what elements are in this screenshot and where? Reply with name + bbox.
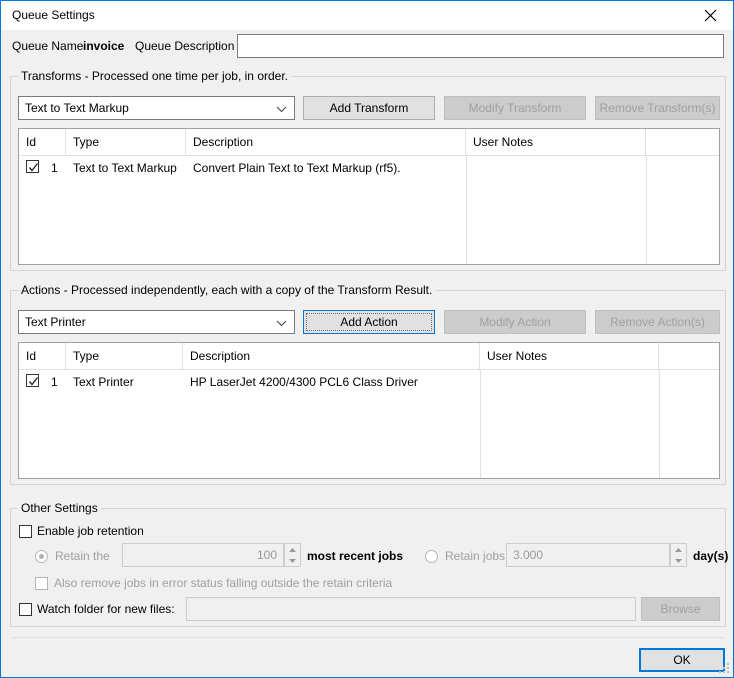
stepper-up-icon: [671, 544, 686, 555]
resize-grip[interactable]: [719, 663, 731, 675]
close-icon[interactable]: [688, 1, 733, 30]
column-header-spacer[interactable]: [646, 129, 719, 156]
transforms-listview[interactable]: Id Type Description User Notes 1 Text to…: [18, 128, 720, 265]
column-header-id[interactable]: Id: [19, 129, 66, 156]
watch-folder-checkbox[interactable]: [19, 603, 32, 616]
queue-identity-row: Queue Name invoice Queue Description: [1, 31, 733, 65]
chevron-down-icon: [276, 105, 287, 113]
transform-type-combobox-value: Text to Text Markup: [25, 101, 129, 115]
other-settings-legend: Other Settings: [18, 501, 101, 515]
actions-legend: Actions - Processed independently, each …: [18, 283, 436, 297]
row-checkbox[interactable]: [26, 374, 39, 387]
table-row[interactable]: 1 Text to Text Markup Convert Plain Text…: [19, 156, 719, 181]
enable-job-retention-checkbox[interactable]: [19, 525, 32, 538]
retain-the-radio: [35, 550, 48, 563]
cell-type: Text to Text Markup: [73, 161, 177, 175]
retain-jobs-for-radio: [425, 550, 438, 563]
also-remove-jobs-label: Also remove jobs in error status falling…: [54, 576, 393, 590]
column-header-spacer[interactable]: [659, 343, 719, 370]
chevron-down-icon: [276, 319, 287, 327]
column-header-user-notes[interactable]: User Notes: [480, 343, 659, 370]
also-remove-jobs-checkbox: [35, 577, 48, 590]
actions-listview-header: Id Type Description User Notes: [19, 343, 719, 370]
browse-button: Browse: [641, 597, 720, 621]
column-header-description[interactable]: Description: [186, 129, 466, 156]
retain-days-stepper: [670, 543, 687, 567]
transforms-group: Transforms - Processed one time per job,…: [10, 69, 726, 271]
footer-divider: [11, 637, 725, 638]
modify-action-button: Modify Action: [444, 310, 586, 334]
cell-user-notes: [480, 370, 659, 395]
stepper-down-icon: [671, 555, 686, 566]
title-bar: Queue Settings: [1, 0, 733, 30]
enable-job-retention-label[interactable]: Enable job retention: [37, 524, 144, 538]
transforms-listview-header: Id Type Description User Notes: [19, 129, 719, 156]
most-recent-jobs-label: most recent jobs: [307, 549, 404, 563]
action-type-combobox-value: Text Printer: [25, 315, 86, 329]
queue-description-label: Queue Description: [135, 39, 235, 53]
action-type-combobox[interactable]: Text Printer: [18, 310, 295, 334]
add-action-button-label: Add Action: [340, 315, 398, 329]
other-settings-group: Other Settings Enable job retention Reta…: [10, 501, 729, 627]
retain-count-stepper: [284, 543, 301, 567]
cell-description: HP LaserJet 4200/4300 PCL6 Class Driver: [190, 375, 418, 389]
cell-description: Convert Plain Text to Text Markup (rf5).: [193, 161, 401, 175]
modify-transform-button: Modify Transform: [444, 96, 586, 120]
transform-type-combobox[interactable]: Text to Text Markup: [18, 96, 295, 120]
watch-folder-input: [186, 597, 636, 621]
table-row[interactable]: 1 Text Printer HP LaserJet 4200/4300 PCL…: [19, 370, 719, 395]
actions-listview[interactable]: Id Type Description User Notes 1 Text Pr…: [18, 342, 720, 479]
column-header-user-notes[interactable]: User Notes: [466, 129, 646, 156]
column-header-type[interactable]: Type: [66, 129, 186, 156]
remove-action-button: Remove Action(s): [595, 310, 720, 334]
cell-id: 1: [51, 161, 58, 175]
radio-dot: [39, 554, 44, 559]
queue-description-input[interactable]: [237, 34, 724, 58]
watch-folder-label[interactable]: Watch folder for new files:: [37, 602, 175, 616]
remove-transform-button: Remove Transform(s): [595, 96, 720, 120]
cell-type: Text Printer: [73, 375, 134, 389]
add-action-button[interactable]: Add Action: [303, 310, 435, 334]
stepper-down-icon: [285, 555, 300, 566]
queue-name-label: Queue Name: [12, 39, 84, 53]
retain-count-input: 100: [122, 543, 284, 567]
column-header-description[interactable]: Description: [183, 343, 480, 370]
retain-days-input: 3.000: [506, 543, 670, 567]
window-title: Queue Settings: [12, 8, 95, 22]
cell-id: 1: [51, 375, 58, 389]
retain-the-label: Retain the: [55, 549, 110, 563]
actions-group: Actions - Processed independently, each …: [10, 283, 726, 485]
transforms-legend: Transforms - Processed one time per job,…: [18, 69, 291, 83]
stepper-up-icon: [285, 544, 300, 555]
column-header-id[interactable]: Id: [19, 343, 66, 370]
add-transform-button[interactable]: Add Transform: [303, 96, 435, 120]
queue-settings-dialog: Queue Settings Queue Name invoice Queue …: [0, 0, 734, 678]
column-header-type[interactable]: Type: [66, 343, 183, 370]
cell-user-notes: [466, 156, 646, 181]
row-checkbox[interactable]: [26, 160, 39, 173]
ok-button[interactable]: OK: [639, 648, 725, 672]
days-label: day(s): [693, 549, 729, 563]
queue-name-value: invoice: [83, 39, 125, 53]
